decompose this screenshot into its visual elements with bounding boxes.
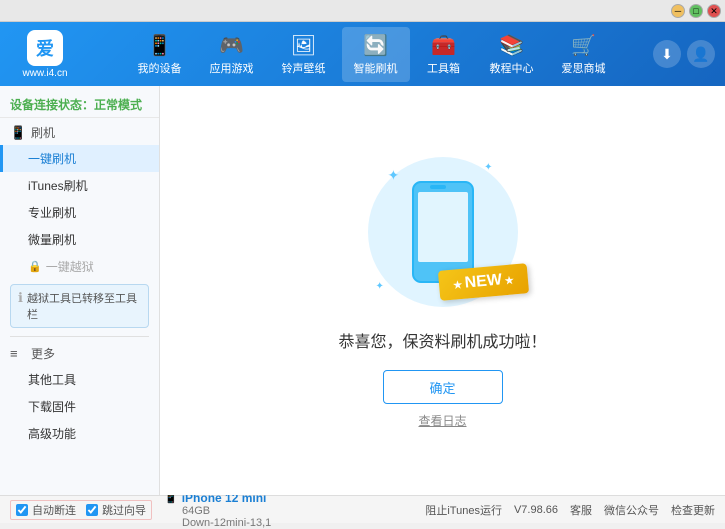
nav-my-device-label: 我的设备	[138, 60, 182, 76]
nav-my-device[interactable]: 📱 我的设备	[126, 27, 194, 82]
sparkle-2: ✦	[484, 162, 492, 173]
ringtone-icon: 🖼	[291, 33, 316, 58]
connection-value: 正常模式	[94, 98, 142, 112]
version-text: V7.98.66	[514, 504, 558, 516]
flash-section-label: 刷机	[31, 124, 55, 141]
sidebar-item-jailbreak: 🔒 一键越狱	[0, 253, 159, 280]
advanced-label: 高级功能	[28, 427, 76, 441]
nav-tutorial-label: 教程中心	[490, 60, 534, 76]
logo: 爱 www.i4.cn	[10, 30, 80, 79]
sidebar-item-micro[interactable]: 微量刷机	[0, 226, 159, 253]
other-tools-label: 其他工具	[28, 373, 76, 387]
sidebar-item-advanced[interactable]: 高级功能	[0, 420, 159, 447]
sidebar-section-flash[interactable]: 📱 刷机	[0, 120, 159, 145]
one-click-label: 一键刷机	[28, 152, 76, 166]
title-bar: ─ □ ✕	[0, 0, 725, 22]
info-icon: ℹ	[18, 290, 23, 306]
check-update-link[interactable]: 检查更新	[671, 502, 715, 518]
sidebar-item-one-click[interactable]: 一键刷机	[0, 145, 159, 172]
nav-ringtone-label: 铃声壁纸	[282, 60, 326, 76]
auto-disconnect-label: 自动断连	[32, 502, 76, 518]
notice-text: 越狱工具已转移至工具栏	[27, 290, 141, 322]
minimize-button[interactable]: ─	[671, 4, 685, 18]
main: 设备连接状态：正常模式 📱 刷机 一键刷机 iTunes刷机 专业刷机 微量刷机…	[0, 86, 725, 495]
checkbox-area: 自动断连 跳过向导	[10, 500, 152, 520]
nav-ringtone[interactable]: 🖼 铃声壁纸	[270, 27, 338, 82]
toolbox-icon: 🧰	[431, 33, 456, 58]
flash-section-icon: 📱	[10, 125, 26, 141]
tutorial-icon: 📚	[499, 33, 524, 58]
connection-status: 设备连接状态：正常模式	[0, 92, 159, 118]
my-device-icon: 📱	[147, 33, 172, 58]
customer-service-link[interactable]: 客服	[570, 502, 592, 518]
more-section-icon: ≡	[10, 346, 26, 362]
sparkle-3: ✦	[376, 281, 384, 292]
lock-icon: 🔒	[28, 260, 42, 273]
logo-icon: 爱	[27, 30, 63, 66]
view-log-link[interactable]: 查看日志	[418, 412, 466, 429]
sparkle-1: ✦	[388, 167, 400, 184]
header: 爱 www.i4.cn 📱 我的设备 🎮 应用游戏 🖼 铃声壁纸 🔄 智能刷机 …	[0, 22, 725, 86]
no-itunes-button[interactable]: 阻止iTunes运行	[425, 502, 502, 518]
sidebar-item-itunes[interactable]: iTunes刷机	[0, 172, 159, 199]
smart-flash-icon: 🔄	[363, 33, 388, 58]
device-storage: 64GB	[182, 505, 271, 517]
nav-toolbox-label: 工具箱	[427, 60, 460, 76]
connection-label: 设备连接状态：	[10, 98, 94, 112]
sidebar-item-download-firmware[interactable]: 下载固件	[0, 393, 159, 420]
sidebar-notice: ℹ 越狱工具已转移至工具栏	[10, 284, 149, 328]
header-right: ⬇ 👤	[653, 40, 715, 68]
content-area: ✦ ✦ ✦ NEW 恭喜您，保资料刷机成功啦！ 确定 查看日志	[160, 86, 725, 495]
skip-wizard-label: 跳过向导	[102, 502, 146, 518]
itunes-label: iTunes刷机	[28, 179, 88, 193]
close-button[interactable]: ✕	[707, 4, 721, 18]
nav-shop[interactable]: 🛒 爱思商城	[550, 27, 618, 82]
skip-wizard-checkbox[interactable]	[86, 504, 98, 516]
user-button[interactable]: 👤	[687, 40, 715, 68]
wechat-link[interactable]: 微信公众号	[604, 502, 659, 518]
confirm-button[interactable]: 确定	[383, 370, 503, 404]
nav-tutorial[interactable]: 📚 教程中心	[478, 27, 546, 82]
micro-label: 微量刷机	[28, 233, 76, 247]
logo-url: www.i4.cn	[22, 68, 67, 79]
more-section-label: 更多	[31, 345, 55, 362]
shop-icon: 🛒	[571, 33, 596, 58]
phone-container: ✦ ✦ ✦ NEW	[363, 152, 523, 312]
sidebar-section-more[interactable]: ≡ 更多	[0, 341, 159, 366]
nav-app-game-label: 应用游戏	[210, 60, 254, 76]
nav-shop-label: 爱思商城	[562, 60, 606, 76]
download-button[interactable]: ⬇	[653, 40, 681, 68]
auto-disconnect-checkbox[interactable]	[16, 504, 28, 516]
sidebar-divider	[10, 336, 149, 337]
maximize-button[interactable]: □	[689, 4, 703, 18]
status-right: 阻止iTunes运行 V7.98.66 客服 微信公众号 检查更新	[425, 502, 715, 518]
nav-app-game[interactable]: 🎮 应用游戏	[198, 27, 266, 82]
nav-smart-flash[interactable]: 🔄 智能刷机	[342, 27, 410, 82]
illustration: ✦ ✦ ✦ NEW	[363, 152, 523, 312]
sidebar-item-professional[interactable]: 专业刷机	[0, 199, 159, 226]
success-text: 恭喜您，保资料刷机成功啦！	[338, 328, 546, 352]
download-firmware-label: 下载固件	[28, 400, 76, 414]
app-game-icon: 🎮	[219, 33, 244, 58]
nav-bar: 📱 我的设备 🎮 应用游戏 🖼 铃声壁纸 🔄 智能刷机 🧰 工具箱 📚 教程中心…	[90, 27, 653, 82]
nav-toolbox[interactable]: 🧰 工具箱	[414, 27, 474, 82]
new-badge: NEW	[438, 263, 529, 301]
sidebar-item-other-tools[interactable]: 其他工具	[0, 366, 159, 393]
sidebar: 设备连接状态：正常模式 📱 刷机 一键刷机 iTunes刷机 专业刷机 微量刷机…	[0, 86, 160, 495]
nav-smart-flash-label: 智能刷机	[354, 60, 398, 76]
professional-label: 专业刷机	[28, 206, 76, 220]
logo-symbol: 爱	[36, 35, 54, 61]
phone-circle: ✦ ✦ ✦ NEW	[368, 157, 518, 307]
status-bar: 自动断连 跳过向导 📱 iPhone 12 mini 64GB Down-12m…	[0, 495, 725, 523]
jailbreak-label: 一键越狱	[46, 258, 94, 275]
